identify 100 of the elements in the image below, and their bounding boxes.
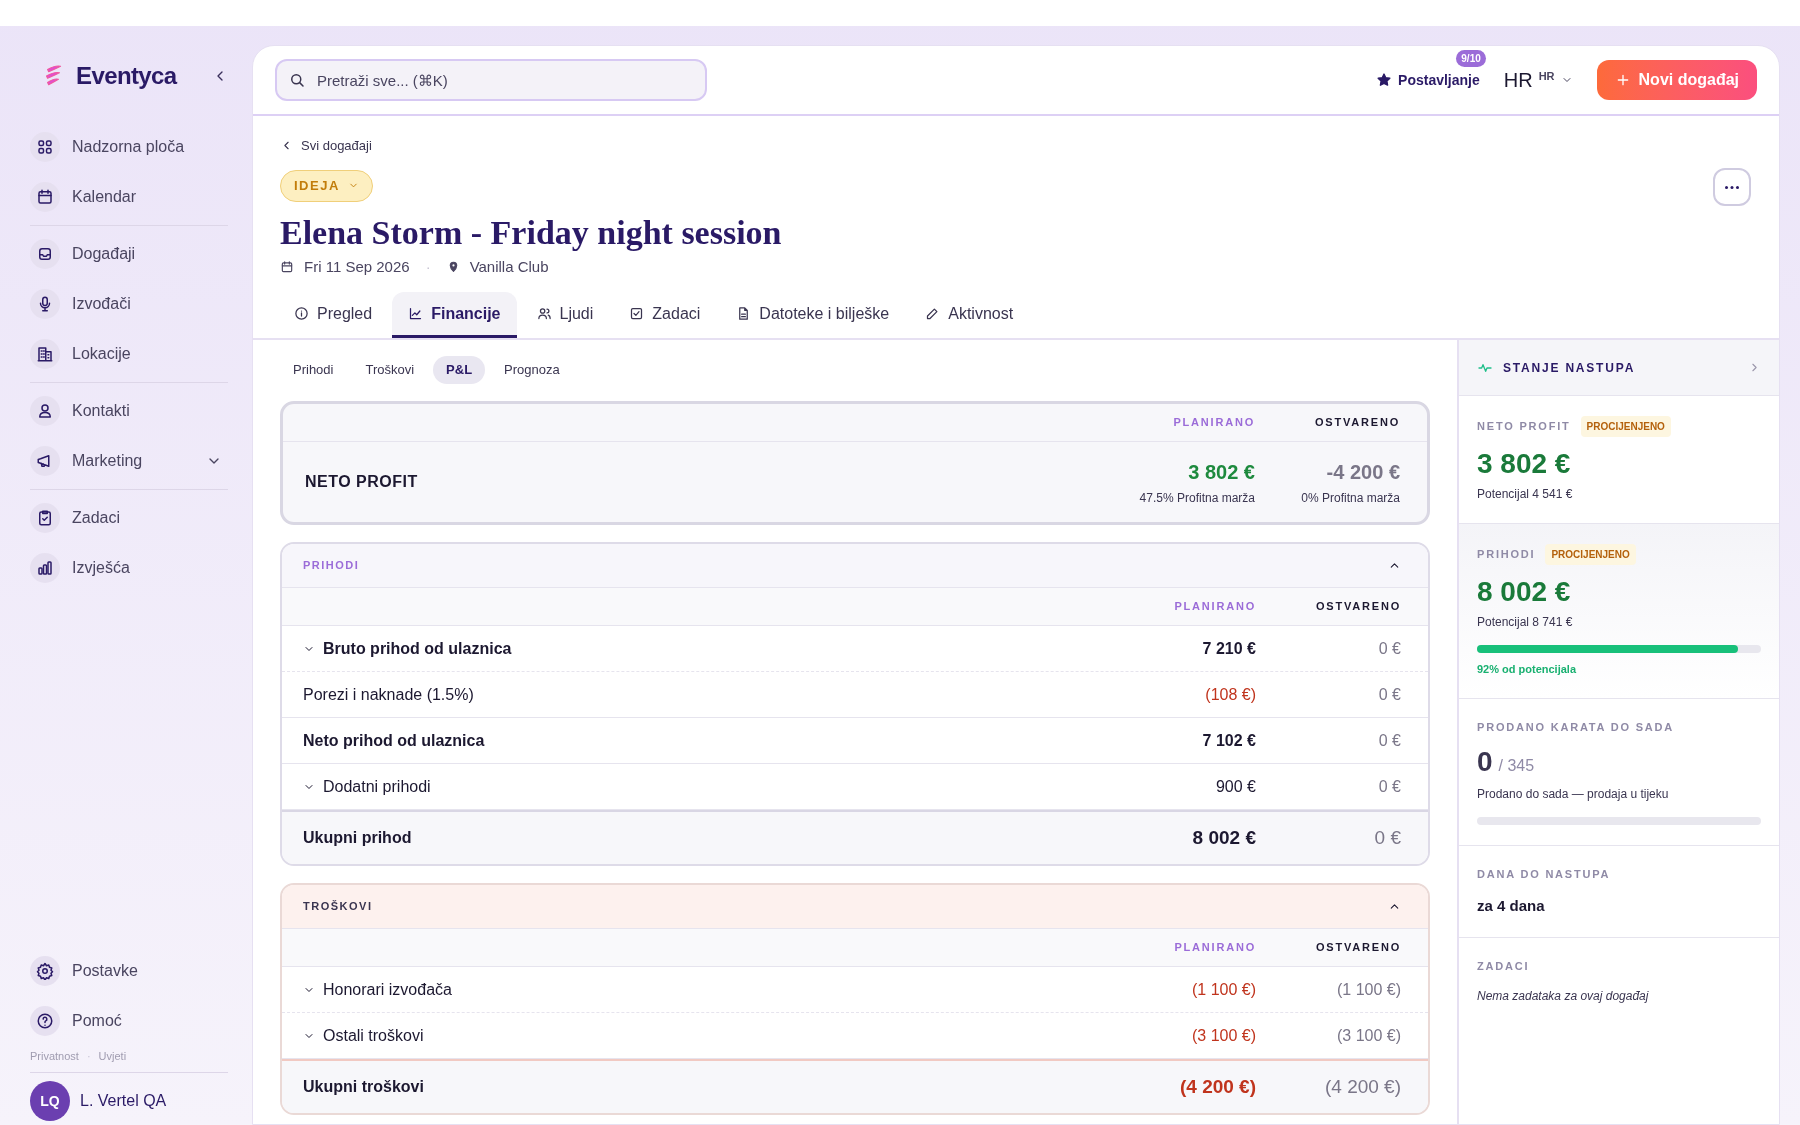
sidebar-item[interactable]: Marketing (30, 436, 228, 486)
amount: (3 100 €) (1335, 1025, 1401, 1046)
subtab[interactable]: Prihodi (280, 356, 347, 384)
checkbox-icon (629, 306, 645, 321)
sidebar-item[interactable]: Izvođači (30, 279, 228, 329)
metric-label: PRIHODI (1477, 547, 1536, 563)
amount: 7 210 € (1201, 638, 1256, 659)
total-amount: (4 200 €) (1178, 1074, 1256, 1099)
language-selector[interactable]: HR HR (1503, 65, 1573, 95)
amount: 0 € (1377, 730, 1401, 751)
clipboard-icon (36, 509, 54, 527)
sidebar-item[interactable]: Kontakti (30, 386, 228, 436)
star-icon (1376, 72, 1393, 88)
metric-value: 3 802 € (1477, 447, 1572, 481)
subtab[interactable]: Prognoza (491, 356, 573, 384)
amount: (1 100 €) (1335, 979, 1401, 1000)
user-avatar[interactable]: LQ (30, 1081, 70, 1121)
metric-label: NETO PROFIT (1477, 419, 1571, 435)
calendar-icon (280, 259, 294, 274)
back-link[interactable]: Svi događaji (280, 136, 372, 156)
total-label: Ukupni troškovi (303, 1077, 424, 1097)
user-name: L. Vertel QA (80, 1091, 167, 1111)
more-dots-icon (1725, 185, 1739, 189)
tickets-total: / 345 (1498, 756, 1535, 776)
tab[interactable]: Financije (392, 292, 517, 338)
metric-subtext: Prodano do sada — prodaja u tijeku (1477, 786, 1670, 803)
total-label: Ukupni prihod (303, 828, 412, 848)
search-icon (288, 71, 306, 89)
sidebar-item[interactable]: Izvješća (30, 543, 228, 593)
amount: 7 102 € (1201, 730, 1256, 751)
help-icon (36, 1011, 54, 1030)
amount: 0 € (1377, 776, 1401, 797)
person-icon (36, 402, 54, 420)
total-amount: 8 002 € (1191, 825, 1256, 850)
row-label: Neto prihod od ulaznica (303, 730, 485, 751)
tab[interactable]: Pregled (278, 292, 389, 338)
row-label: Dodatni prihodi (323, 776, 431, 797)
section-header[interactable]: PRIHODI (282, 544, 1428, 588)
sidebar-item[interactable]: Lokacije (30, 329, 228, 379)
sidebar-item[interactable]: Kalendar (30, 172, 228, 222)
metric-value: 8 002 € (1477, 575, 1572, 609)
column-header: OSTVARENO (1314, 599, 1401, 615)
line-chart-icon (408, 306, 424, 321)
sidebar-item[interactable]: Događaji (30, 229, 228, 279)
progress-badge: 9/10 (1456, 49, 1486, 67)
amount: 3 802 € (1188, 460, 1255, 485)
calendar-icon (36, 188, 54, 206)
column-header: PLANIRANO (1173, 599, 1256, 615)
brand-name: Eventyca (76, 61, 177, 91)
tab[interactable]: Aktivnost (909, 292, 1030, 338)
search-field[interactable]: Pretraži sve... (⌘K) (275, 59, 707, 101)
bar-chart-icon (36, 559, 54, 577)
sidebar-item[interactable]: Zadaci (30, 493, 228, 543)
subtab[interactable]: P&L (433, 356, 486, 384)
subtab[interactable]: Troškovi (352, 356, 428, 384)
amount: (108 €) (1204, 684, 1256, 705)
amount: -4 200 € (1326, 460, 1400, 485)
tab[interactable]: Zadaci (613, 292, 717, 338)
event-venue: Vanilla Club (469, 256, 549, 277)
estimate-badge: PROCIJENJENO (1545, 544, 1636, 565)
amount: 0 € (1377, 684, 1401, 705)
language-code: HR (1503, 68, 1533, 93)
estimate-badge: PROCIJENJENO (1580, 416, 1671, 437)
building-icon (36, 345, 54, 363)
info-icon (294, 306, 309, 321)
column-header: OSTVARENO (1313, 415, 1400, 431)
metric-subtext: Potencijal 4 541 € (1477, 486, 1574, 503)
event-title: Elena Storm - Friday night session (280, 212, 783, 253)
amount: 0 € (1377, 638, 1401, 659)
metric-label: ZADACI (1477, 959, 1530, 974)
amount: (3 100 €) (1190, 1025, 1256, 1046)
metric-label: DANA DO NASTUPA (1477, 867, 1611, 882)
row-label: Honorari izvođača (323, 979, 452, 1000)
sidebar-item[interactable]: Nadzorna ploča (30, 122, 228, 172)
total-amount: (4 200 €) (1323, 1074, 1401, 1099)
row-label: Porezi i naknade (1.5%) (303, 684, 474, 705)
grid-icon (36, 138, 54, 156)
empty-note: Nema zadataka za ovaj događaj (1477, 987, 1650, 1005)
separator-dot: · (86, 1048, 91, 1064)
language-label: HR (1538, 68, 1555, 84)
progress-caption: 92% od potencijala (1477, 662, 1578, 677)
settings-icon (36, 961, 54, 980)
amount: (1 100 €) (1190, 979, 1256, 1000)
tab[interactable]: Ljudi (520, 292, 610, 338)
row-label: Ostali troškovi (323, 1025, 424, 1046)
net-profit-label: NETO PROFIT (305, 472, 418, 492)
sidebar-item[interactable]: Pomoć (30, 995, 228, 1046)
tickets-sold: 0 (1477, 745, 1493, 779)
total-amount: 0 € (1373, 825, 1401, 850)
tab[interactable]: Datoteke i bilješke (720, 292, 906, 338)
sidebar-item[interactable]: Postavke (30, 945, 228, 996)
metric-label: PRODANO KARATA DO SADA (1477, 719, 1675, 735)
people-icon (536, 306, 552, 321)
column-header: PLANIRANO (1172, 415, 1255, 431)
status-panel-header[interactable]: STANJE NASTUPA (1459, 340, 1779, 396)
metric-value: za 4 dana (1477, 895, 1546, 916)
section-header[interactable]: TROŠKOVI (282, 885, 1428, 929)
separator-dot: · (425, 256, 431, 277)
amount: 900 € (1214, 776, 1256, 797)
column-header: PLANIRANO (1173, 940, 1256, 956)
